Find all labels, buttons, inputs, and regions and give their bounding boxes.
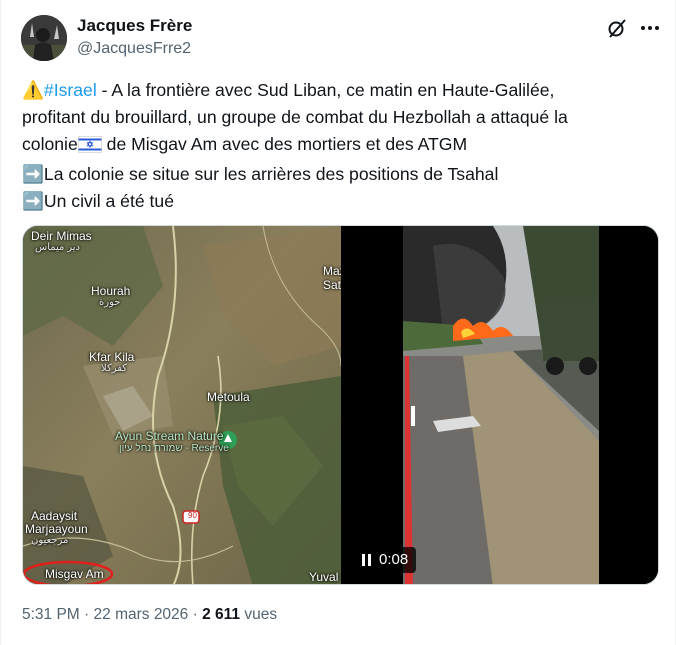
video-timestamp-badge[interactable]: 0:08 (354, 547, 417, 573)
map-label-aadaysit: Aadaysit (31, 509, 78, 523)
map-label-ayun-2: שמורת נחל עיון - Reserve (119, 443, 229, 454)
map-label-hourah-ar: حورة (99, 297, 121, 308)
map-label-sat: Sat (323, 278, 341, 292)
tweet-line-1: ⚠️#Israel - A la frontière avec Sud Liba… (22, 80, 555, 100)
map-label-deir-mimas-ar: دير ميماس (35, 242, 80, 253)
tweet-line-3: colonie de Misgav Am avec des mortiers e… (22, 131, 662, 161)
views-count: 2 611 (202, 606, 241, 623)
media-grid: Deir Mimas دير ميماس Hourah حورة Maz Sat… (22, 225, 659, 585)
israel-flag-icon (77, 134, 102, 161)
map-label-yuval: Yuval (309, 570, 339, 584)
tweet-time[interactable]: 5:31 PM (22, 606, 80, 623)
more-icon[interactable] (637, 16, 663, 40)
tweet-line-5: ➡️Un civil a été tué (22, 191, 174, 211)
tweet-line-2: profitant du brouillard, un groupe de co… (22, 107, 568, 127)
map-label-marjaayoun-ar: مرجعيون (31, 535, 69, 546)
tweet-date[interactable]: 22 mars 2026 (94, 606, 189, 623)
map-label-misgav-am: Misgav Am (45, 567, 104, 581)
author-handle[interactable]: @JacquesFrre2 (77, 40, 191, 58)
hashtag-link[interactable]: #Israel (44, 80, 97, 100)
arrow-right-icon: ➡️ (22, 191, 44, 211)
map-label-ayun-1: Ayun Stream Nature (115, 429, 224, 443)
map-label-maz: Maz (323, 264, 341, 278)
views-label: vues (240, 606, 278, 623)
grok-icon[interactable] (605, 16, 629, 40)
map-label-kfar-kila-ar: كفركلا (101, 363, 128, 374)
pause-icon[interactable] (362, 554, 372, 566)
author-name[interactable]: Jacques Frère (77, 16, 192, 36)
map-label-metoula: Metoula (207, 390, 250, 404)
video-time: 0:08 (379, 551, 409, 568)
avatar[interactable] (21, 15, 67, 61)
tweet-line-4: ➡️La colonie se situe sur les arrières d… (22, 164, 499, 184)
tweet-text: ⚠️#Israel - A la frontière avec Sud Liba… (22, 77, 662, 215)
map-label-hourah: Hourah (91, 284, 131, 298)
arrow-right-icon: ➡️ (22, 164, 44, 184)
map-route-label: 90 (188, 511, 197, 520)
tweet-card: Jacques Frère @JacquesFrre2 ⚠️#Israel - … (0, 0, 676, 645)
map-label-marjaayoun: Marjaayoun (25, 522, 88, 536)
map-label-deir-mimas: Deir Mimas (31, 229, 92, 243)
map-label-kfar-kila: Kfar Kila (89, 350, 135, 364)
video-player[interactable] (343, 226, 658, 584)
satellite-map-image[interactable]: Deir Mimas دير ميماس Hourah حورة Maz Sat… (23, 226, 341, 584)
tweet-meta: 5:31 PM · 22 mars 2026 · 2 611 vues (22, 606, 278, 623)
warning-emoji: ⚠️ (22, 80, 44, 100)
